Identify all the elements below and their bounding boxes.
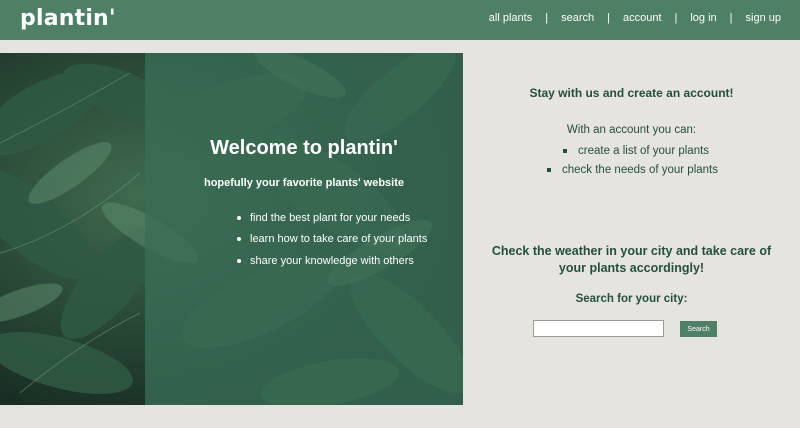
nav-separator: |	[674, 12, 678, 24]
hero-title: Welcome to plantin'	[210, 137, 398, 159]
nav-link-log-in[interactable]: log in	[690, 12, 716, 24]
hero-banner: Welcome to plantin' hopefully your favor…	[0, 53, 463, 405]
nav-separator: |	[729, 12, 733, 24]
nav-link-sign-up[interactable]: sign up	[746, 12, 781, 24]
bullet-icon	[237, 258, 241, 263]
feature-text: learn how to take care of your plants	[250, 233, 428, 246]
account-benefits-list: create a list of your plants check the n…	[547, 141, 718, 179]
benefit-text: create a list of your plants	[578, 144, 710, 157]
account-intro-text: With an account you can:	[566, 124, 697, 136]
list-item: learn how to take care of your plants	[237, 229, 427, 251]
main-nav: all plants | search | account | log in |…	[489, 12, 781, 24]
side-panel: Stay with us and create an account! With…	[463, 53, 800, 405]
hero-subtitle: hopefully your favorite plants' website	[203, 177, 405, 189]
hero-feature-list: find the best plant for your needs learn…	[237, 207, 427, 272]
feature-text: share your knowledge with others	[250, 254, 414, 267]
list-item: find the best plant for your needs	[237, 207, 427, 229]
bullet-icon	[563, 148, 567, 153]
benefit-text: check the needs of your plants	[562, 163, 718, 176]
bullet-icon	[237, 215, 241, 220]
list-item: share your knowledge with others	[237, 250, 427, 272]
list-item: create a list of your plants	[563, 141, 718, 160]
search-button[interactable]: Search	[680, 321, 717, 337]
nav-link-all-plants[interactable]: all plants	[489, 12, 532, 24]
nav-link-search[interactable]: search	[561, 12, 594, 24]
nav-separator: |	[545, 12, 549, 24]
account-cta-heading: Stay with us and create an account!	[529, 86, 734, 100]
city-search-input[interactable]	[533, 320, 664, 337]
nav-link-account[interactable]: account	[623, 12, 662, 24]
feature-text: find the best plant for your needs	[250, 211, 411, 224]
nav-separator: |	[607, 12, 610, 24]
bullet-icon	[547, 167, 551, 172]
list-item: check the needs of your plants	[547, 160, 718, 179]
bullet-icon	[237, 237, 241, 242]
weather-heading: Check the weather in your city and take …	[491, 244, 772, 275]
top-navigation-bar: plantin' all plants | search | account |…	[0, 0, 800, 40]
city-search-label: Search for your city:	[575, 293, 688, 305]
site-logo[interactable]: plantin'	[20, 6, 116, 31]
hero-overlay-panel: Welcome to plantin' hopefully your favor…	[145, 53, 463, 405]
